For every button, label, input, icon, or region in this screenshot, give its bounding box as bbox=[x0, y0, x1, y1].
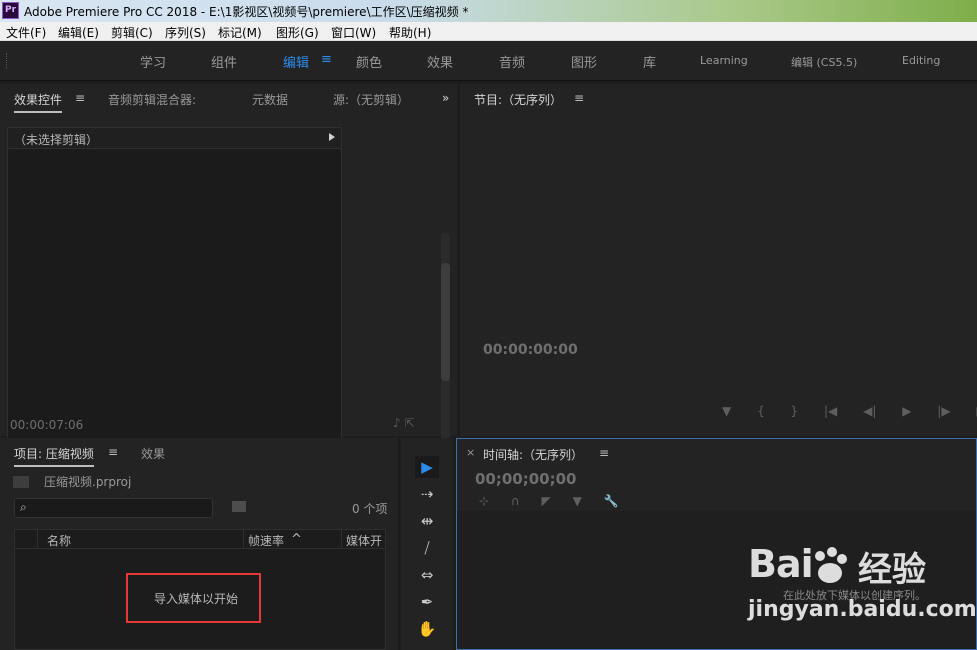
timeline-panel: × 时间轴:（无序列） ≡ 00;00;00;00 ⊹ ∩ ◤ ▼ 🔧 在此处放… bbox=[456, 438, 977, 650]
menu-sequence[interactable]: 序列(S) bbox=[165, 24, 206, 41]
title-bar: Pr Adobe Premiere Pro CC 2018 - E:\1影视区\… bbox=[0, 0, 977, 22]
tab-metadata[interactable]: 元数据 bbox=[252, 91, 288, 108]
workspace-tab-libraries[interactable]: 库 bbox=[643, 52, 656, 71]
menu-help[interactable]: 帮助(H) bbox=[389, 24, 431, 41]
menu-clip[interactable]: 剪辑(C) bbox=[111, 24, 153, 41]
workspace-tab-graphics[interactable]: 图形 bbox=[571, 52, 597, 71]
timeline-timecode[interactable]: 00;00;00;00 bbox=[475, 470, 577, 488]
workspace-tab-editing-en[interactable]: Editing bbox=[902, 54, 940, 67]
step-back-icon[interactable]: ◀| bbox=[863, 404, 876, 418]
program-timecode[interactable]: 00:00:00:00 bbox=[483, 342, 578, 358]
project-header: 项目: 压缩视频 ≡ 效果 bbox=[0, 438, 398, 467]
project-panel: 项目: 压缩视频 ≡ 效果 压缩视频.prproj ⌕ 0 个项 名称 帧速率 … bbox=[0, 438, 398, 650]
find-bin-icon[interactable] bbox=[232, 501, 246, 512]
tab-effects[interactable]: 效果 bbox=[141, 445, 165, 462]
program-viewer bbox=[460, 112, 977, 412]
effect-controls-menu-icon[interactable]: ≡ bbox=[75, 91, 85, 105]
column-divider bbox=[341, 530, 342, 549]
workspace-grip[interactable] bbox=[6, 53, 8, 69]
mark-in-icon[interactable]: { bbox=[757, 404, 765, 418]
no-clip-label: （未选择剪辑） bbox=[14, 133, 99, 147]
import-media-message: 导入媒体以开始 bbox=[154, 592, 239, 606]
play-icon[interactable]: ▶ bbox=[902, 404, 911, 418]
add-marker-icon[interactable]: ▼ bbox=[573, 494, 582, 508]
tab-program-monitor[interactable]: 节目:（无序列） bbox=[474, 91, 562, 108]
column-divider bbox=[37, 530, 38, 549]
effect-controls-panel: 效果控件 ≡ 音频剪辑混合器: 元数据 源:（无剪辑） » （未选择剪辑） 00… bbox=[0, 84, 457, 513]
workspace-tab-editing[interactable]: 编辑 bbox=[283, 52, 309, 71]
workspace-bar: 学习 组件 编辑 ≡ 颜色 效果 音频 图形 库 Learning 编辑 (CS… bbox=[0, 41, 977, 81]
workspace-tab-assembly[interactable]: 组件 bbox=[211, 52, 237, 71]
project-filename: 压缩视频.prproj bbox=[44, 475, 132, 489]
sort-ascending-icon[interactable]: ^ bbox=[291, 532, 302, 547]
track-select-tool-icon[interactable]: ⇢ bbox=[415, 483, 439, 505]
selection-tool-icon[interactable]: ▶ bbox=[415, 456, 439, 478]
menu-window[interactable]: 窗口(W) bbox=[331, 24, 376, 41]
expand-triangle-icon[interactable] bbox=[329, 133, 335, 141]
column-name[interactable]: 名称 bbox=[47, 532, 71, 549]
program-menu-icon[interactable]: ≡ bbox=[574, 91, 584, 105]
effect-controls-timecode: 00:00:07:06 bbox=[10, 418, 84, 432]
column-media-start[interactable]: 媒体开 bbox=[346, 532, 382, 549]
effect-controls-footer-icons[interactable]: ♪ ⇱ bbox=[393, 416, 415, 430]
premiere-app-icon: Pr bbox=[2, 2, 19, 19]
menu-graphics[interactable]: 图形(G) bbox=[276, 24, 319, 41]
snap-magnet-icon[interactable]: ∩ bbox=[511, 494, 520, 508]
tab-effect-controls[interactable]: 效果控件 bbox=[14, 91, 63, 113]
mark-out-icon[interactable]: } bbox=[791, 404, 799, 418]
column-divider bbox=[243, 530, 244, 549]
project-search-input[interactable]: ⌕ bbox=[14, 498, 213, 518]
linked-selection-icon[interactable]: ◤ bbox=[542, 494, 551, 508]
go-to-in-icon[interactable]: |◀ bbox=[824, 404, 837, 418]
workspace-tab-effects[interactable]: 效果 bbox=[427, 52, 453, 71]
insert-nest-icon[interactable]: ⊹ bbox=[479, 494, 489, 508]
add-marker-icon[interactable]: ▼ bbox=[722, 404, 731, 418]
program-transport-controls: ▼ { } |◀ ◀| ▶ |▶ ▶| bbox=[722, 404, 977, 418]
project-folder-icon bbox=[13, 476, 29, 488]
wrench-icon[interactable]: 🔧 bbox=[604, 494, 619, 508]
pen-tool-icon[interactable]: ✒ bbox=[415, 591, 439, 613]
menu-bar: 文件(F) 编辑(E) 剪辑(C) 序列(S) 标记(M) 图形(G) 窗口(W… bbox=[0, 22, 977, 41]
menu-edit[interactable]: 编辑(E) bbox=[58, 24, 99, 41]
workspace-tab-learn[interactable]: 学习 bbox=[140, 52, 166, 71]
menu-marker[interactable]: 标记(M) bbox=[218, 24, 262, 41]
panel-overflow-icon[interactable]: » bbox=[442, 91, 449, 105]
project-item-count: 0 个项 bbox=[352, 502, 388, 516]
tab-source[interactable]: 源:（无剪辑） bbox=[333, 91, 409, 108]
close-icon[interactable]: × bbox=[466, 446, 475, 459]
tab-project[interactable]: 项目: 压缩视频 bbox=[14, 445, 94, 467]
workspace-tab-learning-en[interactable]: Learning bbox=[700, 54, 748, 67]
scrollbar-thumb[interactable] bbox=[441, 263, 450, 381]
effect-controls-header: 效果控件 ≡ 音频剪辑混合器: 元数据 源:（无剪辑） » bbox=[0, 84, 457, 113]
window-title: Adobe Premiere Pro CC 2018 - E:\1影视区\视频号… bbox=[24, 5, 469, 19]
hand-tool-icon[interactable]: ✋ bbox=[415, 618, 439, 640]
tab-timeline[interactable]: 时间轴:（无序列） bbox=[483, 446, 583, 463]
slip-tool-icon[interactable]: ⇔ bbox=[415, 564, 439, 586]
program-monitor-panel: 节目:（无序列） ≡ 00:00:00:00 ▼ { } |◀ ◀| ▶ |▶ … bbox=[460, 84, 977, 436]
workspace-menu-icon[interactable]: ≡ bbox=[321, 52, 332, 67]
workspace-tab-audio[interactable]: 音频 bbox=[499, 52, 525, 71]
import-media-highlight[interactable]: 导入媒体以开始 bbox=[126, 573, 261, 623]
step-forward-icon[interactable]: |▶ bbox=[937, 404, 950, 418]
search-icon: ⌕ bbox=[20, 500, 27, 514]
project-list-header: 名称 帧速率 ^ 媒体开 bbox=[15, 530, 385, 549]
program-monitor-header: 节目:（无序列） ≡ bbox=[460, 84, 977, 112]
no-clip-row[interactable]: （未选择剪辑） bbox=[8, 128, 341, 149]
timeline-toolbar: ⊹ ∩ ◤ ▼ 🔧 bbox=[479, 494, 637, 508]
ripple-edit-tool-icon[interactable]: ⇹ bbox=[415, 510, 439, 532]
timeline-menu-icon[interactable]: ≡ bbox=[599, 446, 609, 460]
project-menu-icon[interactable]: ≡ bbox=[108, 445, 118, 459]
column-frame-rate[interactable]: 帧速率 bbox=[248, 532, 284, 549]
workspace-tab-color[interactable]: 颜色 bbox=[356, 52, 382, 71]
menu-file[interactable]: 文件(F) bbox=[6, 24, 46, 41]
workspace-tab-editing-cs55[interactable]: 编辑 (CS5.5) bbox=[791, 54, 857, 70]
razor-tool-icon[interactable]: ⧸ bbox=[415, 537, 439, 559]
timeline-track-area[interactable]: 在此处放下媒体以创建序列。 bbox=[457, 511, 976, 649]
tab-audio-clip-mixer[interactable]: 音频剪辑混合器: bbox=[108, 91, 196, 108]
timeline-drop-hint: 在此处放下媒体以创建序列。 bbox=[783, 589, 926, 602]
tools-panel: ▶ ⇢ ⇹ ⧸ ⇔ ✒ ✋ bbox=[401, 438, 453, 650]
